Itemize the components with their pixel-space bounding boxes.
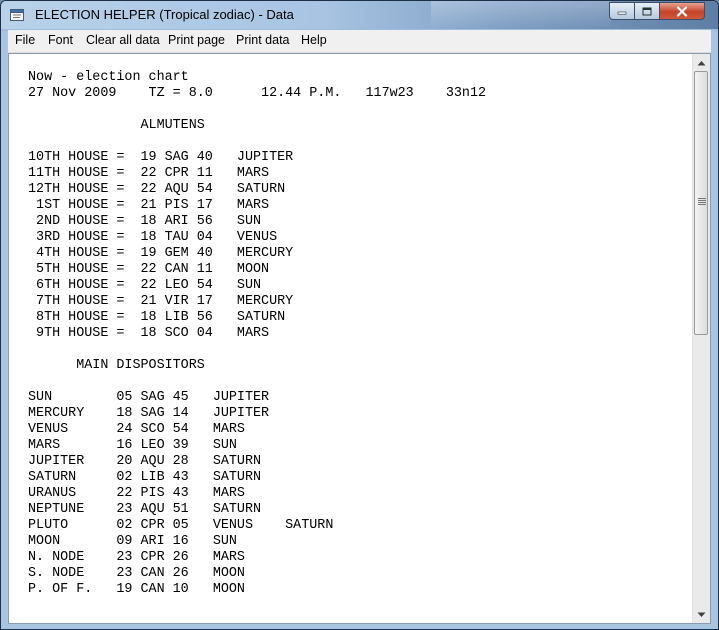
text-line <box>28 134 688 150</box>
app-window: ELECTION HELPER (Tropical zodiac) - Data… <box>0 0 719 630</box>
text-line: 27 Nov 2009 TZ = 8.0 12.44 P.M. 117w23 3… <box>28 86 487 101</box>
menu-print-data[interactable]: Print data <box>236 33 290 47</box>
text-line: SUN 05 SAG 45 JUPITER <box>28 390 270 405</box>
grip-line <box>698 204 706 205</box>
maximize-button[interactable] <box>634 2 660 20</box>
grip-line <box>698 198 706 199</box>
scroll-down-button[interactable] <box>693 606 710 623</box>
text-line: MARS 16 LEO 39 SUN <box>28 438 237 453</box>
title-glare <box>431 1 611 29</box>
grip-line <box>698 202 706 203</box>
title-bar[interactable]: ELECTION HELPER (Tropical zodiac) - Data <box>1 1 718 29</box>
text-line: 1ST HOUSE = 21 PIS 17 MARS <box>28 198 270 213</box>
close-icon <box>676 5 688 17</box>
text-line: PLUTO 02 CPR 05 VENUS SATURN <box>28 518 334 533</box>
window-title: ELECTION HELPER (Tropical zodiac) - Data <box>35 7 294 22</box>
text-line <box>28 102 688 118</box>
text-line: 8TH HOUSE = 18 LIB 56 SATURN <box>28 310 286 325</box>
text-line: MERCURY 18 SAG 14 JUPITER <box>28 406 270 421</box>
text-line: Now - election chart <box>28 70 189 85</box>
grip-line <box>698 200 706 201</box>
menu-help[interactable]: Help <box>301 33 327 47</box>
text-line: ALMUTENS <box>28 118 205 133</box>
maximize-icon <box>642 7 652 15</box>
text-line: MOON 09 ARI 16 SUN <box>28 534 237 549</box>
text-line: 12TH HOUSE = 22 AQU 54 SATURN <box>28 182 286 197</box>
text-line: 9TH HOUSE = 18 SCO 04 MARS <box>28 326 270 341</box>
menu-print-page[interactable]: Print page <box>168 33 225 47</box>
arrow-down-icon <box>697 612 706 617</box>
menu-clear-all-data[interactable]: Clear all data <box>86 33 160 47</box>
text-line: SATURN 02 LIB 43 SATURN <box>28 470 262 485</box>
app-icon[interactable] <box>9 7 25 23</box>
menu-file[interactable]: File <box>15 33 35 47</box>
text-line: 11TH HOUSE = 22 CPR 11 MARS <box>28 166 270 181</box>
text-line: 6TH HOUSE = 22 LEO 54 SUN <box>28 278 262 293</box>
text-line: N. NODE 23 CPR 26 MARS <box>28 550 245 565</box>
vertical-scrollbar[interactable] <box>692 54 710 623</box>
menu-bar: File Font Clear all data Print page Prin… <box>8 30 711 53</box>
text-line <box>28 342 688 358</box>
text-line: VENUS 24 SCO 54 MARS <box>28 422 245 437</box>
text-line: MAIN DISPOSITORS <box>28 358 205 373</box>
text-line: JUPITER 20 AQU 28 SATURN <box>28 454 262 469</box>
scroll-up-button[interactable] <box>693 54 710 71</box>
text-line: 5TH HOUSE = 22 CAN 11 MOON <box>28 262 270 277</box>
text-line <box>28 374 688 390</box>
text-line: P. OF F. 19 CAN 10 MOON <box>28 582 245 597</box>
text-line: 7TH HOUSE = 21 VIR 17 MERCURY <box>28 294 294 309</box>
text-line: 4TH HOUSE = 19 GEM 40 MERCURY <box>28 246 294 261</box>
minimize-button[interactable] <box>609 2 635 20</box>
text-line: NEPTUNE 23 AQU 51 SATURN <box>28 502 262 517</box>
text-line: 3RD HOUSE = 18 TAU 04 VENUS <box>28 230 278 245</box>
text-line: 10TH HOUSE = 19 SAG 40 JUPITER <box>28 150 294 165</box>
text-line: URANUS 22 PIS 43 MARS <box>28 486 245 501</box>
close-button[interactable] <box>659 2 705 20</box>
text-line: 2ND HOUSE = 18 ARI 56 SUN <box>28 214 262 229</box>
minimize-icon <box>617 11 627 15</box>
menu-font[interactable]: Font <box>48 33 73 47</box>
chart-text: Now - election chart 27 Nov 2009 TZ = 8.0… <box>28 70 688 618</box>
text-line: S. NODE 23 CAN 26 MOON <box>28 566 245 581</box>
scroll-thumb[interactable] <box>694 71 708 335</box>
data-text-panel[interactable]: Now - election chart 27 Nov 2009 TZ = 8.0… <box>8 53 711 624</box>
arrow-up-icon <box>697 60 706 65</box>
